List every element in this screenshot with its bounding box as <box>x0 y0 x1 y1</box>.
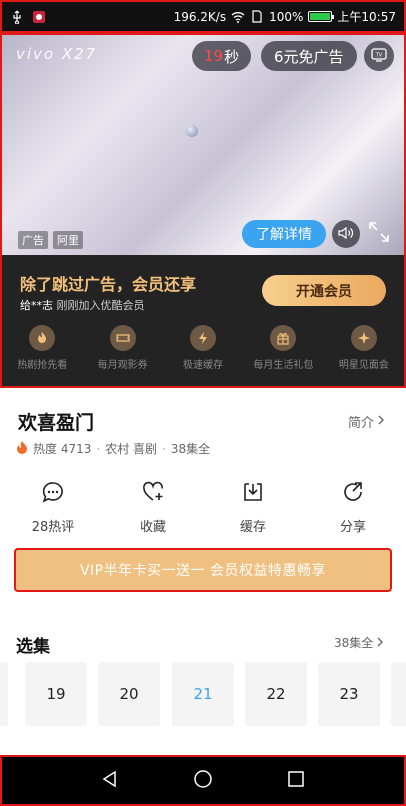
countdown-unit: 秒 <box>224 47 240 66</box>
meta-separator: · <box>96 441 101 456</box>
ad-tag-ad: 广告 <box>18 231 48 249</box>
svg-text:TV: TV <box>375 52 383 58</box>
ad-brand-logo: vivo X27 <box>16 45 98 63</box>
recents-square-icon <box>287 770 305 792</box>
intro-link[interactable]: 简介 <box>348 412 385 431</box>
vip-recent-join: 给**志 刚刚加入优酷会员 <box>20 297 145 313</box>
lightning-icon <box>190 325 217 351</box>
share-button[interactable]: 分享 <box>303 480 403 535</box>
drama-icon <box>29 325 56 351</box>
vip-promo-banner[interactable]: VIP半年卡买一送一 会员权益特惠畅享 <box>14 548 392 592</box>
open-vip-button[interactable]: 开通会员 <box>262 275 386 306</box>
episode-partial[interactable] <box>391 662 406 726</box>
chevron-right-icon <box>377 414 385 429</box>
battery-icon <box>308 11 335 22</box>
perk-label: 热剧抢先看 <box>17 360 68 371</box>
countdown-number: 19 <box>204 47 224 65</box>
comments-button[interactable]: 28热评 <box>3 480 103 535</box>
all-episodes-link[interactable]: 38集全 <box>334 634 384 651</box>
show-meta: 热度 4713 · 农村 喜剧 · 38集全 <box>16 440 210 457</box>
flame-icon <box>16 440 28 457</box>
battery-level-fill <box>310 13 331 20</box>
download-label: 缓存 <box>239 520 266 535</box>
episode-item[interactable]: 19 <box>25 662 87 726</box>
perk-item[interactable]: 明星见面会 <box>324 325 404 371</box>
usb-icon <box>10 10 24 24</box>
favorite-label: 收藏 <box>139 520 166 535</box>
mute-toggle-button[interactable] <box>332 220 360 248</box>
clock: 上午10:57 <box>337 10 396 24</box>
fullscreen-button[interactable] <box>366 221 392 247</box>
ad-tag-source: 阿里 <box>53 231 83 249</box>
ad-countdown: 19 秒 <box>192 41 252 71</box>
network-speed: 196.2K/s <box>173 9 227 24</box>
system-nav-bar <box>0 755 406 806</box>
share-icon <box>341 480 365 508</box>
perk-label: 极速缓存 <box>183 360 224 371</box>
learn-more-button[interactable]: 了解详情 <box>242 220 326 248</box>
show-title: 欢喜盈门 <box>18 412 95 434</box>
genres: 农村 喜剧 <box>105 442 158 456</box>
vip-headline: 除了跳过广告，会员还享 <box>20 275 197 294</box>
episode-item[interactable]: 20 <box>98 662 160 726</box>
home-button[interactable] <box>183 761 223 801</box>
episode-count: 38集全 <box>170 442 211 456</box>
speaker-icon <box>338 225 354 244</box>
tv-icon: TV <box>371 47 387 66</box>
perk-label: 每月生活礼包 <box>253 360 314 371</box>
episode-list[interactable]: 19 20 21 22 23 <box>0 662 406 726</box>
comment-icon <box>41 480 65 508</box>
episode-partial[interactable] <box>0 662 8 726</box>
ad-tags: 广告 阿里 <box>18 231 83 249</box>
episode-item[interactable]: 22 <box>245 662 307 726</box>
perk-item[interactable]: 极速缓存 <box>163 325 243 371</box>
recents-button[interactable] <box>276 761 316 801</box>
wifi-icon <box>231 10 245 24</box>
perk-item[interactable]: 每月观影券 <box>82 325 162 371</box>
video-orb-graphic <box>186 125 198 137</box>
cast-tv-button[interactable]: TV <box>364 41 394 71</box>
all-episodes-label: 38集全 <box>334 636 374 650</box>
star-icon <box>350 325 377 351</box>
expand-icon <box>368 221 390 247</box>
home-circle-icon <box>193 769 213 793</box>
meta-separator: · <box>162 441 166 456</box>
perk-item[interactable]: 热剧抢先看 <box>2 325 82 371</box>
episode-item[interactable]: 23 <box>318 662 380 726</box>
favorite-button[interactable]: 收藏 <box>103 480 203 535</box>
app-notification-icon <box>32 10 46 24</box>
share-label: 分享 <box>339 520 366 535</box>
recent-join-text: 刚刚加入优酷会员 <box>53 299 145 312</box>
video-ad-area[interactable]: vivo X27 19 秒 6元免广告 TV 广告 阿里 了解详情 除了跳过广告… <box>0 33 406 388</box>
back-button[interactable] <box>90 761 130 801</box>
vip-perks: 热剧抢先看 每月观影券 极速缓存 每月生活礼包 明星见面会 <box>2 325 404 371</box>
perk-label: 每月观影券 <box>97 360 148 371</box>
sim-icon <box>250 10 264 24</box>
back-triangle-icon <box>101 770 119 792</box>
gift-icon <box>270 325 297 351</box>
perk-item[interactable]: 每月生活礼包 <box>243 325 323 371</box>
chevron-right-icon <box>376 636 384 650</box>
heat-label: 热度 4713 <box>33 442 92 456</box>
ad-video-frame[interactable]: vivo X27 19 秒 6元免广告 TV 广告 阿里 了解详情 <box>2 35 404 255</box>
intro-label: 简介 <box>348 416 375 431</box>
skip-ad-button[interactable]: 6元免广告 <box>261 41 357 71</box>
recent-user: 给**志 <box>20 299 53 312</box>
battery-percentage: 100% <box>269 9 304 24</box>
ticket-icon <box>109 325 136 351</box>
perk-label: 明星见面会 <box>338 360 389 371</box>
status-bar: 196.2K/s 100% 上午10:57 <box>0 0 406 33</box>
comments-label: 28热评 <box>31 520 75 535</box>
action-row: 28热评 收藏 缓存 分享 <box>0 480 406 535</box>
download-icon <box>241 480 265 508</box>
episodes-heading: 选集 <box>16 637 50 657</box>
vip-upsell-panel: 除了跳过广告，会员还享 给**志 刚刚加入优酷会员 开通会员 热剧抢先看 每月观… <box>2 255 404 386</box>
heart-plus-icon <box>141 480 165 508</box>
episode-item-current[interactable]: 21 <box>172 662 234 726</box>
download-button[interactable]: 缓存 <box>203 480 303 535</box>
